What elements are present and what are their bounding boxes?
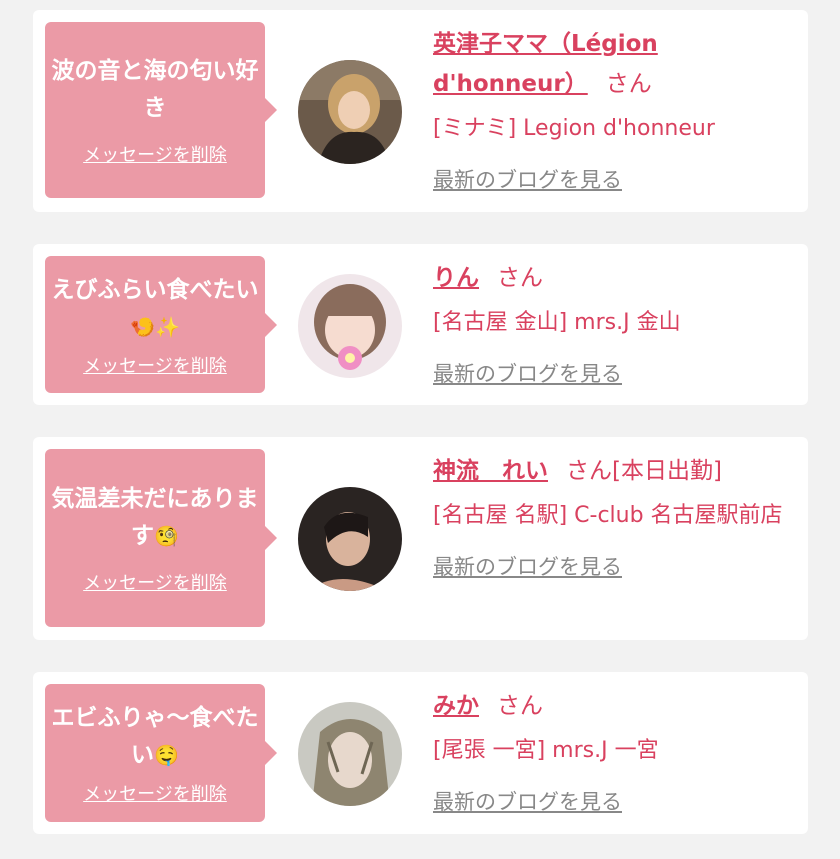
- cast-name-link[interactable]: みか: [433, 693, 479, 719]
- shop-info: [名古屋 金山] mrs.J 金山: [433, 310, 681, 335]
- delete-message-link[interactable]: メッセージを削除: [83, 352, 227, 378]
- honorific: さん: [605, 71, 652, 97]
- honorific: さん: [497, 693, 543, 719]
- cast-card: エビふりゃ〜食べたい🤤 メッセージを削除 みか さん [尾張 一宮] mrs.J …: [33, 672, 808, 834]
- latest-blog-link[interactable]: 最新のブログを見る: [433, 786, 622, 816]
- delete-message-link[interactable]: メッセージを削除: [83, 569, 227, 595]
- shop-info: [尾張 一宮] mrs.J 一宮: [433, 738, 659, 763]
- status-text: [本日出勤]: [612, 458, 722, 484]
- message-bubble: 波の音と海の匂い好き メッセージを削除: [45, 22, 277, 198]
- shop-info: [ミナミ] Legion d'honneur: [433, 116, 715, 141]
- honorific: さん: [497, 265, 543, 291]
- cast-info: みか さん [尾張 一宮] mrs.J 一宮 最新のブログを見る: [433, 686, 790, 816]
- profile-photo-icon: [298, 702, 402, 806]
- message-text: エビふりゃ〜食べたい🤤: [51, 705, 259, 768]
- cast-info: りん さん [名古屋 金山] mrs.J 金山 最新のブログを見る: [433, 258, 790, 388]
- profile-photo-icon: [298, 487, 402, 591]
- favorite-cast-list: 波の音と海の匂い好き メッセージを削除 英津子ママ（Légion d'honne…: [0, 0, 840, 859]
- avatar[interactable]: [298, 487, 402, 591]
- avatar[interactable]: [298, 60, 402, 164]
- name-line: みか さん: [433, 686, 790, 726]
- name-line: りん さん: [433, 258, 790, 298]
- delete-message-link[interactable]: メッセージを削除: [83, 141, 227, 167]
- profile-photo-icon: [298, 274, 402, 378]
- name-line: 神流 れい さん[本日出勤]: [433, 451, 790, 491]
- avatar[interactable]: [298, 702, 402, 806]
- cast-card: えびふらい食べたい🍤✨ メッセージを削除 りん さん [名古屋 金山] mrs.J…: [33, 244, 808, 405]
- latest-blog-link[interactable]: 最新のブログを見る: [433, 164, 622, 194]
- cast-info: 神流 れい さん[本日出勤] [名古屋 名駅] C-club 名古屋駅前店 最新の…: [433, 451, 790, 581]
- shop-info: [名古屋 名駅] C-club 名古屋駅前店: [433, 503, 783, 528]
- cast-info: 英津子ママ（Légion d'honneur） さん [ミナミ] Legion d…: [433, 24, 790, 194]
- profile-photo-icon: [298, 60, 402, 164]
- message-text: 気温差未だにあります🧐: [51, 486, 259, 549]
- cast-name-link[interactable]: りん: [433, 265, 479, 291]
- avatar[interactable]: [298, 274, 402, 378]
- cast-card: 気温差未だにあります🧐 メッセージを削除 神流 れい さん[本日出勤] [名古屋 …: [33, 437, 808, 640]
- message-text: えびふらい食べたい🍤✨: [51, 276, 259, 339]
- latest-blog-link[interactable]: 最新のブログを見る: [433, 358, 622, 388]
- message-bubble: 気温差未だにあります🧐 メッセージを削除: [45, 449, 277, 627]
- message-bubble: えびふらい食べたい🍤✨ メッセージを削除: [45, 256, 277, 393]
- cast-name-link[interactable]: 神流 れい: [433, 458, 548, 484]
- delete-message-link[interactable]: メッセージを削除: [83, 780, 227, 806]
- message-bubble: エビふりゃ〜食べたい🤤 メッセージを削除: [45, 684, 277, 822]
- name-line: 英津子ママ（Légion d'honneur） さん: [433, 24, 790, 104]
- honorific: さん: [566, 458, 612, 484]
- cast-card: 波の音と海の匂い好き メッセージを削除 英津子ママ（Légion d'honne…: [33, 10, 808, 212]
- latest-blog-link[interactable]: 最新のブログを見る: [433, 551, 622, 581]
- message-text: 波の音と海の匂い好き: [51, 58, 259, 121]
